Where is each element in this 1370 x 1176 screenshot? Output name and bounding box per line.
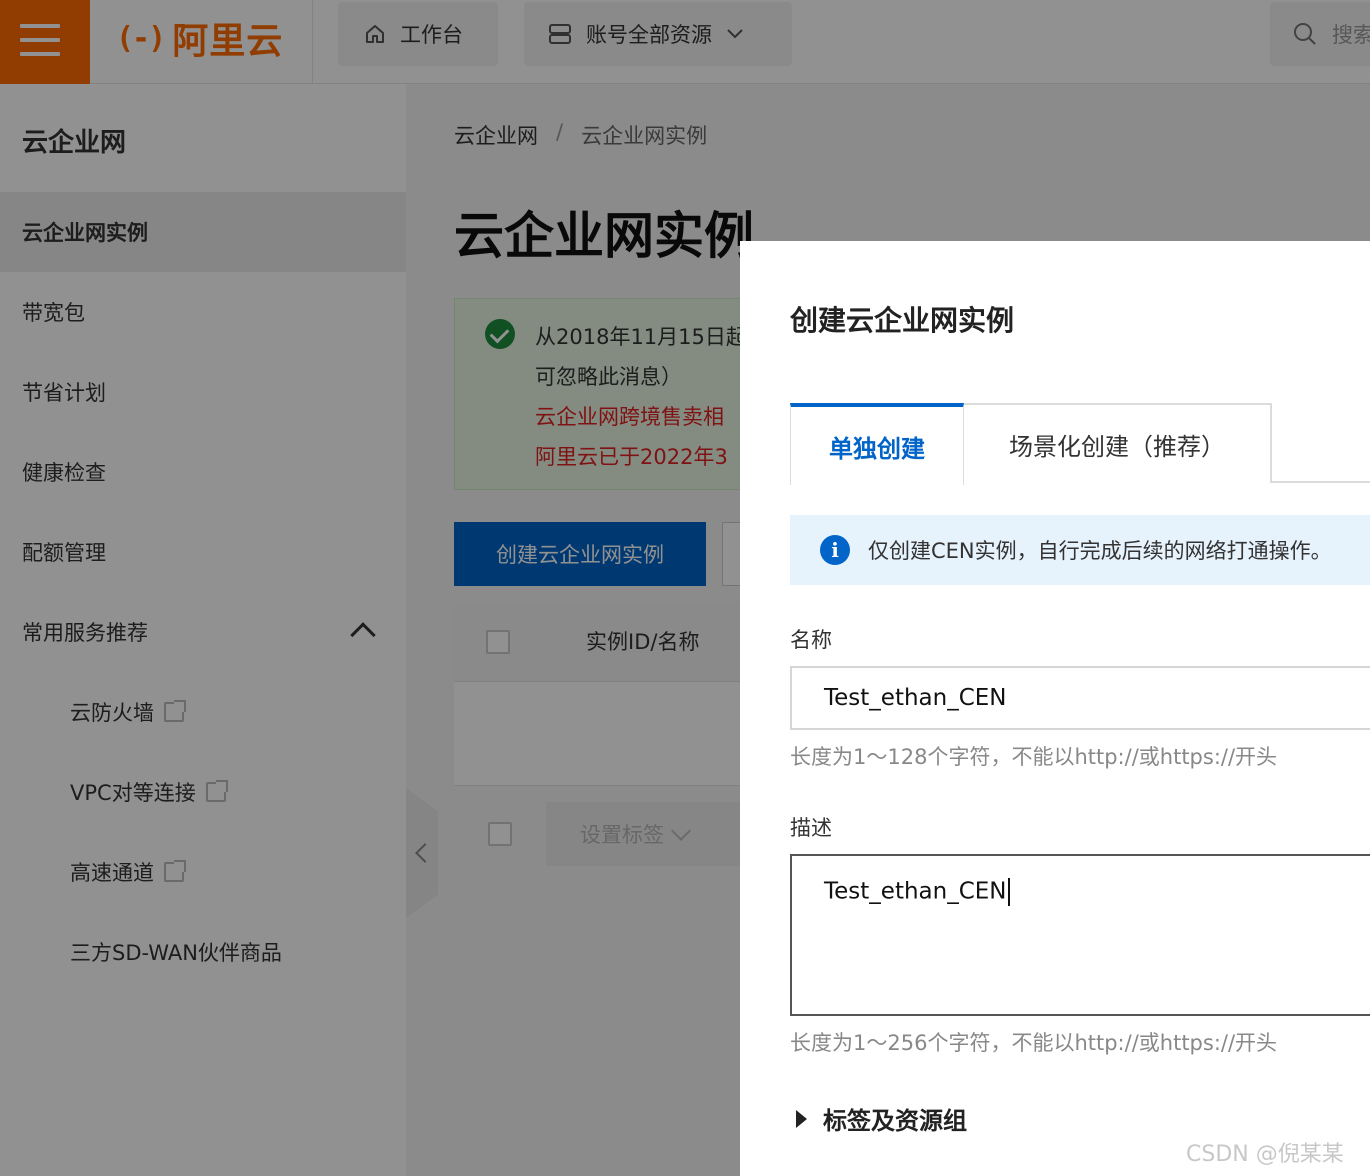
tab-scenario-create[interactable]: 场景化创建（推荐）	[964, 403, 1272, 483]
description-label: 描述	[790, 816, 832, 840]
description-hint: 长度为1～256个字符，不能以http://或https://开头	[790, 1031, 1278, 1055]
tab-standalone-create[interactable]: 单独创建	[790, 403, 964, 485]
create-mode-tabs: 单独创建 场景化创建（推荐）	[790, 403, 1370, 485]
name-input[interactable]: Test_ethan_CEN	[790, 666, 1370, 730]
description-textarea[interactable]: Test_ethan_CEN	[790, 854, 1370, 1016]
caret-right-icon	[796, 1109, 807, 1128]
info-text: 仅创建CEN实例，自行完成后续的网络打通操作。	[868, 539, 1332, 563]
text-cursor	[1007, 878, 1010, 906]
description-value: Test_ethan_CEN	[824, 878, 1007, 905]
create-cen-drawer: 创建云企业网实例 单独创建 场景化创建（推荐） i 仅创建CEN实例，自行完成后…	[740, 241, 1370, 1176]
drawer-title: 创建云企业网实例	[790, 304, 1015, 337]
name-hint: 长度为1～128个字符，不能以http://或https://开头	[790, 745, 1278, 769]
name-label: 名称	[790, 628, 832, 652]
info-icon: i	[820, 535, 850, 565]
watermark: CSDN @倪某某	[1186, 1142, 1344, 1167]
tags-resource-group-toggle[interactable]: 标签及资源组	[796, 1101, 967, 1136]
name-input-value: Test_ethan_CEN	[824, 685, 1007, 711]
info-message: i 仅创建CEN实例，自行完成后续的网络打通操作。	[790, 515, 1370, 585]
tags-resource-group-label: 标签及资源组	[823, 1107, 967, 1135]
